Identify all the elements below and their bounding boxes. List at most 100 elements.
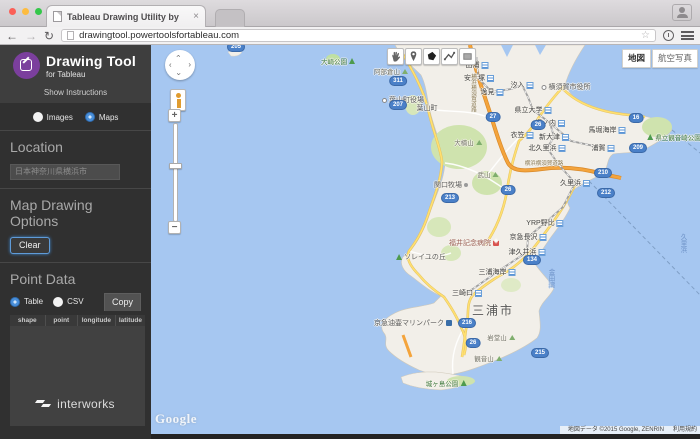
browser-menu-icon[interactable] <box>681 30 694 42</box>
polygon-tool-button[interactable] <box>423 48 440 65</box>
map-label-station: 京急長沢 <box>510 232 547 242</box>
profile-icon <box>679 7 685 13</box>
station-icon <box>496 88 504 96</box>
rectangle-tool-icon <box>463 53 472 60</box>
station-icon <box>481 61 489 69</box>
maps-radio[interactable]: Maps <box>84 112 118 122</box>
map-label-road: 横浜横須賀道路 <box>470 73 476 113</box>
url-text[interactable]: drawingtool.powertoolsfortableau.com <box>79 30 636 41</box>
profile-button[interactable] <box>672 4 692 21</box>
map-label-station: 浦賀 <box>592 143 615 153</box>
map-label-station: 衣笠 <box>511 130 534 140</box>
map-label-water: 金田湾 <box>547 268 554 288</box>
dot-icon <box>464 183 468 187</box>
route-shield: 26 <box>465 338 481 348</box>
terms-link[interactable]: 利用規約 <box>673 427 697 433</box>
clear-button[interactable]: Clear <box>10 236 50 254</box>
map-label-mountain: 大楠山 <box>454 137 482 147</box>
col-longitude: longitude <box>77 314 116 326</box>
pan-right-icon[interactable]: › <box>188 61 191 69</box>
route-shield: 207 <box>388 100 408 110</box>
map-label-station: 三崎口 <box>452 288 482 298</box>
map-type-satellite-button[interactable]: 航空写真 <box>651 49 698 68</box>
poi-icon <box>446 320 452 326</box>
csv-radio-icon[interactable] <box>53 296 64 307</box>
route-shield: 215 <box>530 348 550 358</box>
pan-down-icon[interactable]: › <box>174 73 183 76</box>
station-icon <box>618 126 626 134</box>
station-icon <box>558 119 565 127</box>
forward-button[interactable]: → <box>25 30 37 42</box>
map-label-mountain: 阿部倉山 <box>374 66 408 76</box>
location-input[interactable] <box>10 163 120 180</box>
interworks-logo-icon <box>35 399 52 409</box>
map-type-map-button[interactable]: 地図 <box>621 49 651 68</box>
mountain-icon <box>475 139 482 145</box>
browser-titlebar: Tableau Drawing Utility by × <box>0 0 700 27</box>
page-icon <box>67 31 75 40</box>
route-shield: 212 <box>596 188 616 198</box>
interworks-logo-text: interworks <box>57 397 115 411</box>
point-data-table: shape point longitude latitude <box>10 314 145 326</box>
reload-button[interactable]: ↻ <box>44 30 54 42</box>
street-view-pegman-button[interactable] <box>170 89 186 111</box>
map-pan-control[interactable]: › › › › <box>165 50 195 80</box>
close-window-icon[interactable] <box>9 8 16 15</box>
csv-radio[interactable]: CSV <box>53 296 84 307</box>
map-label-water: 久里浜 <box>679 233 686 253</box>
browser-toolbar: ← → ↻ drawingtool.powertoolsfortableau.c… <box>0 27 700 45</box>
col-point: point <box>45 314 78 326</box>
page-background-strip <box>151 434 700 439</box>
point-data-heading: Point Data <box>10 270 76 287</box>
map-label-station: 新大津 <box>539 132 569 142</box>
polyline-tool-icon <box>443 51 456 61</box>
station-icon <box>607 144 615 152</box>
extension-badge-icon[interactable] <box>663 30 674 41</box>
map-label-station: 三浦海岸 <box>479 267 516 277</box>
station-icon <box>583 179 590 187</box>
pan-up-icon[interactable]: › <box>173 55 182 58</box>
map-label-hospital: 福井記念病院 <box>449 238 499 248</box>
route-shield: 209 <box>628 143 648 153</box>
map-type-control: 地図 航空写真 <box>621 49 698 68</box>
marker-tool-button[interactable] <box>405 48 422 65</box>
map-label-park: 城ヶ島公園 <box>426 378 467 388</box>
map-label-mountain: 武山 <box>478 169 499 179</box>
table-radio[interactable]: Table <box>10 296 43 307</box>
bookmark-star-icon[interactable]: ☆ <box>641 30 650 41</box>
tab-close-icon[interactable]: × <box>193 11 199 22</box>
route-shield: 26 <box>500 185 516 195</box>
maximize-window-icon[interactable] <box>35 8 42 15</box>
tree-icon <box>647 134 654 140</box>
address-bar[interactable]: drawingtool.powertoolsfortableau.com ☆ <box>61 29 656 42</box>
map-label-station: 県立大学 <box>515 105 552 115</box>
mountain-icon <box>402 68 408 74</box>
back-button[interactable]: ← <box>6 30 18 42</box>
copy-button[interactable]: Copy <box>103 292 141 311</box>
zoom-slider-handle[interactable] <box>169 163 182 169</box>
images-radio[interactable]: Images <box>32 112 73 122</box>
page-content: Drawing Tool for Tableau Show Instructio… <box>0 45 700 439</box>
zoom-in-button[interactable]: + <box>168 109 181 122</box>
col-latitude: latitude <box>115 314 145 326</box>
app-subtitle: for Tableau <box>46 69 86 79</box>
show-instructions-link[interactable]: Show Instructions <box>0 88 151 97</box>
route-shield: 311 <box>389 76 407 86</box>
route-shield: 210 <box>593 168 613 178</box>
polyline-tool-button[interactable] <box>441 48 458 65</box>
marker-tool-icon <box>410 51 417 62</box>
window-controls <box>9 8 42 15</box>
table-radio-icon[interactable] <box>10 296 20 307</box>
map-canvas[interactable]: 田浦 安針塚 汐入 逸見 県立大学 堀ノ内 馬堀海岸 衣笠 新大津 北久里浜 浦賀 久里浜 YRP野比京… <box>151 45 700 434</box>
maps-radio-icon[interactable] <box>84 112 95 122</box>
route-shield: 205 <box>226 45 246 52</box>
new-tab-button[interactable] <box>215 9 245 27</box>
zoom-slider-track[interactable] <box>173 123 178 222</box>
images-radio-icon[interactable] <box>32 112 43 122</box>
rectangle-tool-button[interactable] <box>459 48 476 65</box>
hand-tool-button[interactable] <box>387 48 404 65</box>
minimize-window-icon[interactable] <box>22 8 29 15</box>
browser-tab[interactable]: Tableau Drawing Utility by × <box>46 5 206 27</box>
pan-left-icon[interactable]: › <box>169 61 172 70</box>
zoom-out-button[interactable]: − <box>168 221 181 234</box>
